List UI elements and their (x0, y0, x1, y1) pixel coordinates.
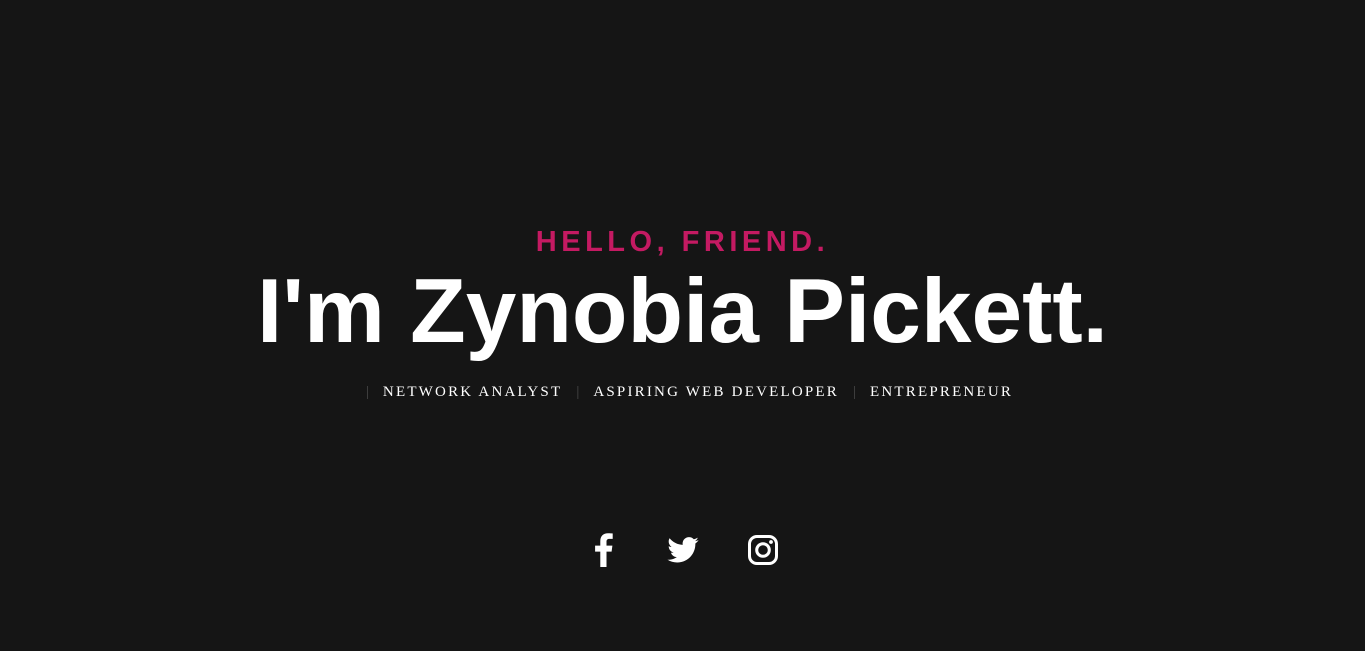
facebook-icon (594, 533, 613, 567)
role-network-analyst: NETWORK ANALYST (382, 384, 563, 400)
role-separator: | (852, 384, 856, 400)
role-separator: | (365, 384, 369, 400)
roles-list: | NETWORK ANALYST | ASPIRING WEB DEVELOP… (0, 381, 1365, 403)
instagram-link[interactable] (745, 530, 781, 570)
twitter-icon (666, 537, 699, 563)
role-separator: | (576, 384, 580, 400)
hero-title: I'm Zynobia Pickett. (257, 261, 1108, 362)
hero-section: HELLO, FRIEND. I'm Zynobia Pickett. | NE… (0, 0, 1365, 651)
greeting-text: HELLO, FRIEND. (535, 226, 830, 258)
social-links (0, 530, 1365, 570)
instagram-icon (747, 535, 778, 565)
facebook-link[interactable] (585, 530, 621, 570)
role-entrepreneur: ENTREPRENEUR (870, 384, 1014, 400)
twitter-link[interactable] (665, 530, 701, 570)
role-web-developer: ASPIRING WEB DEVELOPER (593, 384, 839, 400)
